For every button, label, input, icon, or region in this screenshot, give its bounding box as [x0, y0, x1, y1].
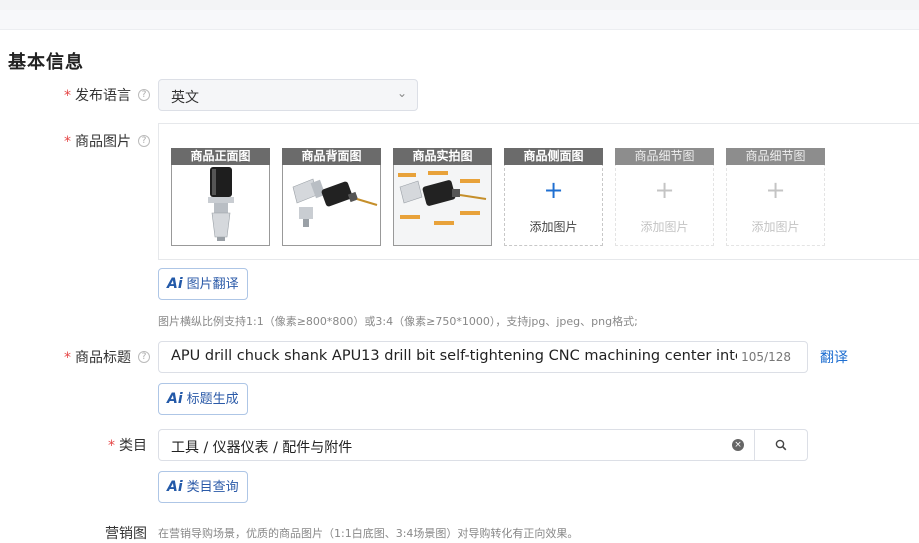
product-photo-actual — [394, 165, 491, 245]
image-slot-back[interactable]: 商品背面图 — [282, 148, 381, 246]
title-generate-label: 标题生成 — [186, 392, 239, 407]
image-slot-caption: 商品正面图 — [171, 148, 270, 165]
search-icon — [775, 439, 787, 451]
image-slot-detail-2[interactable]: 商品细节图 + 添加图片 — [726, 148, 825, 246]
title-label-text: 商品标题 — [75, 350, 131, 366]
title-generate-button[interactable]: Ai 标题生成 — [158, 383, 248, 415]
image-slot-side[interactable]: 商品侧面图 + 添加图片 — [504, 148, 603, 246]
clear-icon[interactable]: × — [732, 439, 744, 451]
category-query-button[interactable]: Ai 类目查询 — [158, 471, 248, 503]
image-slot-caption: 商品背面图 — [282, 148, 381, 165]
category-label-text: 类目 — [119, 438, 147, 454]
title-char-count: 105/128 — [741, 350, 791, 364]
category-input[interactable]: 工具 / 仪器仪表 / 配件与附件 × — [158, 429, 755, 461]
add-image-label: 添加图片 — [529, 220, 578, 234]
language-label: * 发布语言 — [64, 85, 131, 105]
plus-icon: + — [654, 176, 675, 204]
category-search-button[interactable] — [754, 429, 808, 461]
product-photo-back — [292, 178, 378, 227]
image-slot-front[interactable]: 商品正面图 — [171, 148, 270, 246]
required-mark: * — [108, 438, 115, 454]
title-label: * 商品标题 — [64, 347, 131, 367]
language-label-text: 发布语言 — [75, 88, 131, 104]
top-band — [0, 0, 919, 30]
add-image-label: 添加图片 — [640, 220, 689, 234]
images-label: * 商品图片 — [64, 131, 131, 151]
product-photo-front — [208, 167, 234, 241]
category-value: 工具 / 仪器仪表 / 配件与附件 — [171, 440, 353, 456]
category-query-label: 类目查询 — [186, 480, 239, 495]
ai-icon: Ai — [167, 479, 183, 495]
image-translate-button[interactable]: Ai 图片翻译 — [158, 268, 248, 300]
image-translate-label: 图片翻译 — [186, 277, 239, 292]
category-label: * 类目 — [108, 435, 147, 455]
required-mark: * — [64, 88, 71, 104]
language-select[interactable]: 英文 ⌄ — [158, 79, 418, 111]
image-format-hint: 图片横纵比例支持1:1（像素≥800*800）或3:4（像素≥750*1000）… — [158, 315, 638, 328]
translate-link[interactable]: 翻译 — [820, 347, 848, 367]
top-band-strip — [0, 10, 919, 30]
chevron-down-icon: ⌄ — [396, 86, 407, 100]
image-slot-caption: 商品侧面图 — [504, 148, 603, 165]
section-title: 基本信息 — [8, 52, 84, 73]
help-icon[interactable]: ? — [138, 351, 150, 363]
required-mark: * — [64, 350, 71, 366]
add-image-label: 添加图片 — [751, 220, 800, 234]
image-slot-caption: 商品细节图 — [615, 148, 714, 165]
required-mark: * — [64, 134, 71, 150]
images-label-text: 商品图片 — [75, 134, 131, 150]
help-icon[interactable]: ? — [138, 89, 150, 101]
marketing-hint: 在营销导购场景，优质的商品图片（1:1白底图、3:4场景图）对导购转化有正向效果… — [158, 527, 579, 540]
image-slot-caption: 商品细节图 — [726, 148, 825, 165]
ai-icon: Ai — [167, 276, 183, 292]
help-icon[interactable]: ? — [138, 135, 150, 147]
plus-icon: + — [543, 176, 564, 204]
image-slot-detail-1[interactable]: 商品细节图 + 添加图片 — [615, 148, 714, 246]
plus-icon: + — [765, 176, 786, 204]
marketing-label: 营销图 — [105, 526, 147, 542]
image-slot-caption: 商品实拍图 — [393, 148, 492, 165]
ai-icon: Ai — [167, 391, 183, 407]
image-slot-actual[interactable]: 商品实拍图 — [393, 148, 492, 246]
product-title-value: APU drill chuck shank APU13 drill bit se… — [171, 348, 737, 364]
product-title-input[interactable]: APU drill chuck shank APU13 drill bit se… — [158, 341, 808, 373]
language-select-value: 英文 — [171, 90, 199, 106]
